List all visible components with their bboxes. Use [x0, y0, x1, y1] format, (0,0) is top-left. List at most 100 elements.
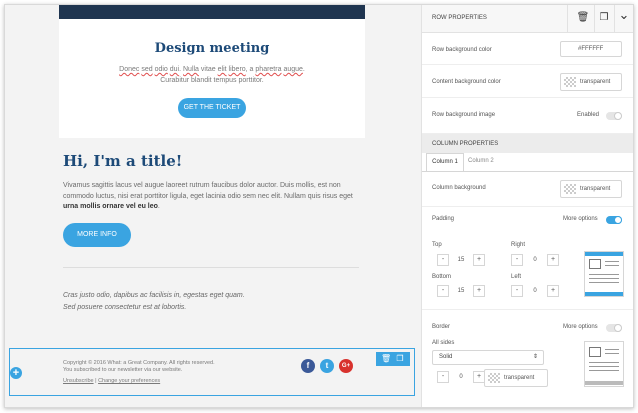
padding-bottom-bar — [585, 292, 623, 296]
padding-label: Padding — [432, 216, 455, 222]
column-properties-header: COLUMN PROPERTIES — [422, 134, 633, 153]
text-line — [589, 366, 619, 367]
border-width-value[interactable]: 0 — [451, 371, 471, 383]
column-bg-row: Column background transparent — [422, 172, 633, 207]
minus-icon[interactable]: - — [437, 285, 449, 297]
content-bg-color-row: Content background color transparent — [422, 65, 633, 98]
quote-line: Sed posuere consectetur est at lobortis. — [63, 304, 187, 311]
padding-bottom-value[interactable]: 15 — [451, 285, 471, 297]
content-bg-color-input[interactable]: transparent — [560, 73, 622, 91]
text-line — [605, 353, 619, 354]
preview-bar — [585, 381, 623, 385]
border-more-options-toggle[interactable] — [606, 324, 622, 332]
tab-column-1[interactable]: Column 1 — [426, 153, 464, 171]
preferences-link[interactable]: Change your preferences — [98, 378, 160, 384]
paragraph-bold: urna mollis ornare vel eu leo — [63, 203, 158, 210]
padding-left-stepper[interactable]: - 0 + — [511, 285, 559, 297]
padding-section: Padding More options Top - 15 + Right - … — [422, 207, 633, 310]
copy-icon[interactable]: ❐ — [597, 11, 611, 25]
column-properties-title: COLUMN PROPERTIES — [432, 141, 499, 147]
minus-icon[interactable]: - — [511, 285, 523, 297]
border-color-input[interactable]: transparent — [484, 369, 548, 387]
border-label: Border — [432, 324, 451, 330]
twitter-icon[interactable]: t — [320, 359, 334, 373]
updown-chevron-icon: ⇕ — [532, 354, 538, 360]
editor-window: Design meeting Donec sed odio dui. Nulla… — [4, 4, 634, 408]
text-line — [589, 274, 619, 275]
all-sides-label: All sides — [432, 340, 455, 346]
padding-left-value[interactable]: 0 — [525, 285, 545, 297]
padding-top-stepper[interactable]: - 15 + — [437, 254, 485, 266]
quote-text: Cras justo odio, dapibus ac facilisis in… — [63, 290, 245, 314]
more-info-button[interactable]: MORE INFO — [63, 223, 131, 247]
plus-icon[interactable]: + — [547, 254, 559, 266]
tab-column-2[interactable]: Column 2 — [468, 153, 494, 170]
text-line — [589, 362, 619, 363]
get-ticket-button[interactable]: GET THE TICKET — [178, 98, 246, 118]
padding-more-options-toggle[interactable] — [606, 216, 622, 224]
border-width-stepper[interactable]: - 0 + — [437, 371, 485, 383]
paragraph-end: . — [157, 203, 160, 210]
minus-icon[interactable]: - — [437, 254, 449, 266]
plus-icon[interactable]: + — [473, 254, 485, 266]
card-text-line2: Curabitur blandit tempus porttitor. — [160, 77, 264, 84]
padding-bottom-stepper[interactable]: - 15 + — [437, 285, 485, 297]
card-word: elit — [217, 66, 227, 73]
divider — [63, 267, 359, 268]
footer-links: Unsubscribe | Change your preferences — [63, 378, 160, 384]
border-preview — [584, 341, 624, 387]
row-bg-color-row: Row background color #FFFFFF — [422, 32, 633, 65]
trash-icon[interactable]: 🗑 — [381, 354, 391, 364]
padding-left-label: Left — [511, 274, 522, 280]
facebook-icon[interactable]: f — [301, 359, 315, 373]
transparent-swatch-icon — [564, 77, 576, 87]
padding-more-options-label: More options — [563, 216, 598, 222]
text-line — [589, 282, 619, 283]
padding-top-value[interactable]: 15 — [451, 254, 471, 266]
plus-icon[interactable]: + — [473, 285, 485, 297]
minus-icon[interactable]: - — [511, 254, 523, 266]
quote-line: Cras justo odio, dapibus ac facilisis in… — [63, 292, 245, 299]
row-bg-color-input[interactable]: #FFFFFF — [560, 41, 622, 57]
hero-image[interactable] — [59, 5, 365, 19]
transparent-swatch-icon — [564, 184, 576, 194]
header-separator — [614, 5, 615, 32]
bg-image-toggle[interactable] — [606, 112, 622, 120]
padding-right-value[interactable]: 0 — [525, 254, 545, 266]
unsubscribe-link[interactable]: Unsubscribe — [63, 378, 94, 384]
event-card[interactable]: Design meeting Donec sed odio dui. Nulla… — [59, 19, 365, 138]
border-style-select[interactable]: Solid ⇕ — [432, 350, 544, 365]
section-paragraph: Vivamus sagittis lacus vel augue laoreet… — [63, 181, 363, 213]
row-properties-header: ROW PROPERTIES 🗑 ❐ ⌄ — [422, 5, 633, 33]
card-word: pharetra — [255, 66, 282, 73]
google-plus-icon[interactable]: G+ — [339, 359, 353, 373]
column-bg-input[interactable]: transparent — [560, 180, 622, 198]
column-tabs: Column 1 Column 2 — [422, 153, 633, 172]
text-line — [605, 349, 619, 350]
border-color-value: transparent — [504, 375, 535, 381]
transparent-swatch-icon — [488, 373, 500, 383]
properties-sidebar: ROW PROPERTIES 🗑 ❐ ⌄ Row background colo… — [421, 5, 633, 407]
column-bg-value: transparent — [580, 186, 611, 192]
chevron-down-icon[interactable]: ⌄ — [617, 8, 631, 22]
copy-icon[interactable]: ❐ — [395, 354, 405, 364]
add-row-plus-icon[interactable]: + — [10, 367, 22, 379]
text-line — [589, 278, 619, 279]
row-bg-image-label: Row background image — [432, 112, 496, 118]
email-canvas: Design meeting Donec sed odio dui. Nulla… — [5, 5, 421, 407]
padding-preview — [584, 251, 624, 297]
link-separator: | — [95, 378, 97, 384]
trash-icon[interactable]: 🗑 — [576, 11, 590, 25]
row-bg-color-value: #FFFFFF — [578, 46, 604, 52]
subscribed-text: You subscribed to our newsletter via our… — [63, 367, 183, 373]
column-bg-label: Column background — [432, 185, 486, 191]
row-bg-color-label: Row background color — [432, 47, 492, 53]
padding-top-label: Top — [432, 242, 442, 248]
padding-right-stepper[interactable]: - 0 + — [511, 254, 559, 266]
card-plain: , a — [245, 66, 256, 73]
card-word: libero — [228, 66, 246, 73]
card-punct: . — [302, 66, 305, 73]
minus-icon[interactable]: - — [437, 371, 449, 383]
plus-icon[interactable]: + — [547, 285, 559, 297]
row-toolbar: 🗑 ❐ — [376, 352, 410, 366]
